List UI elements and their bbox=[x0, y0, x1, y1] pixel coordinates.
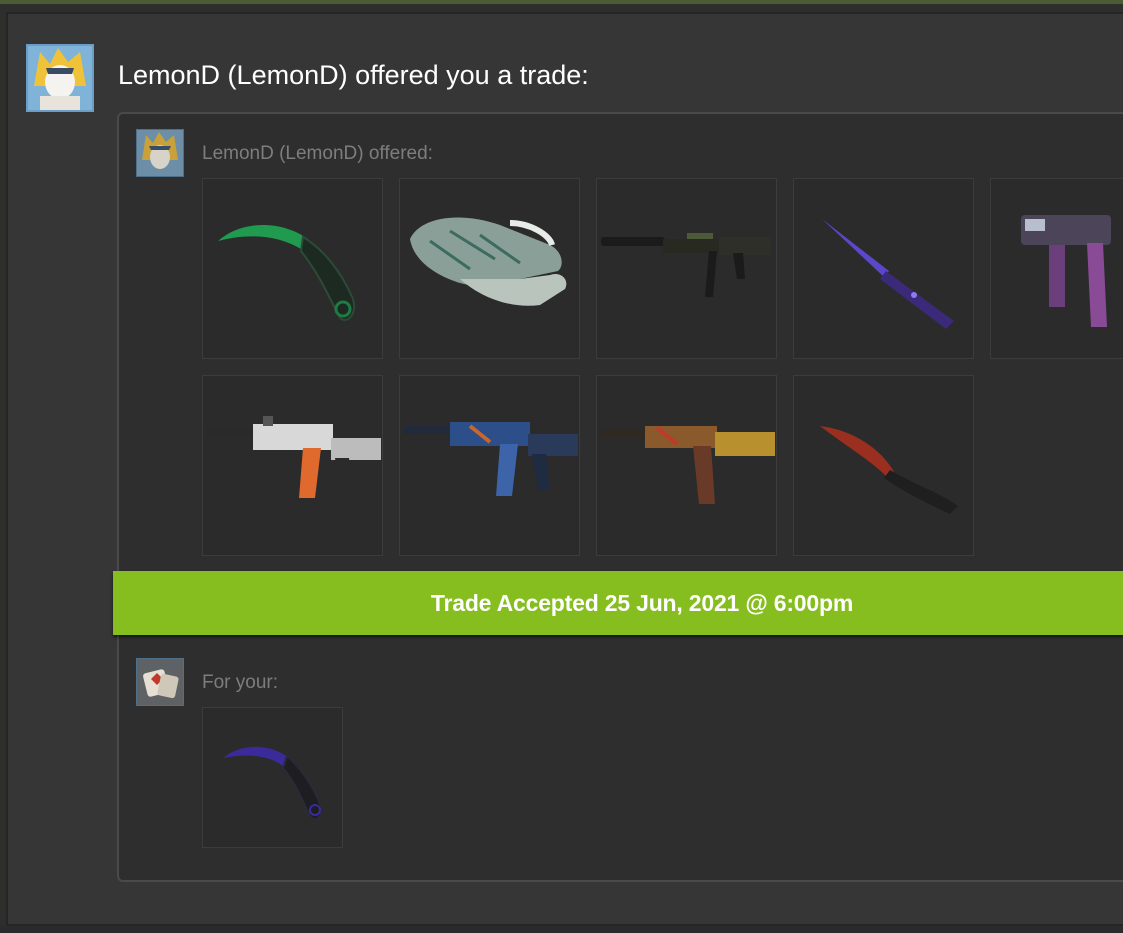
ak47-rifle-icon bbox=[601, 426, 775, 504]
trade-accepted-text: Trade Accepted 25 Jun, 2021 @ 6:00pm bbox=[430, 589, 854, 616]
offer-item-ak47[interactable] bbox=[596, 375, 777, 556]
karambit-knife-icon bbox=[223, 746, 323, 821]
karambit-knife-icon bbox=[218, 225, 355, 321]
stiletto-knife-icon bbox=[822, 219, 954, 329]
offer-label: LemonD (LemonD) offered: bbox=[202, 143, 433, 164]
offer-item-mp9[interactable] bbox=[990, 178, 1123, 359]
top-accent-strip bbox=[0, 0, 1123, 4]
sender-small-avatar[interactable] bbox=[136, 129, 184, 177]
offer-item-bowie[interactable] bbox=[793, 375, 974, 556]
sender-avatar[interactable] bbox=[26, 44, 94, 112]
offer-item-m4a4-blue[interactable] bbox=[399, 375, 580, 556]
trade-accepted-banner: Trade Accepted 25 Jun, 2021 @ 6:00pm bbox=[113, 571, 1123, 635]
m4a4-rifle-icon bbox=[207, 416, 381, 498]
bottom-divider bbox=[0, 926, 1123, 933]
offer-item-karambit[interactable] bbox=[202, 178, 383, 359]
request-item-karambit[interactable] bbox=[202, 707, 343, 848]
m4a1-s-rifle-icon bbox=[601, 233, 771, 297]
recipient-small-avatar[interactable] bbox=[136, 658, 184, 706]
offer-item-m4a1s[interactable] bbox=[596, 178, 777, 359]
gloves-icon bbox=[410, 217, 567, 306]
trade-headline: LemonD (LemonD) offered you a trade: bbox=[118, 60, 589, 90]
mp9-smg-icon bbox=[1021, 215, 1111, 327]
bowie-knife-icon bbox=[820, 426, 958, 514]
offer-item-gloves[interactable] bbox=[399, 178, 580, 359]
m4a4-rifle-icon bbox=[404, 422, 578, 496]
offer-item-stiletto[interactable] bbox=[793, 178, 974, 359]
offer-item-m4a4-white[interactable] bbox=[202, 375, 383, 556]
request-label: For your: bbox=[202, 672, 279, 693]
